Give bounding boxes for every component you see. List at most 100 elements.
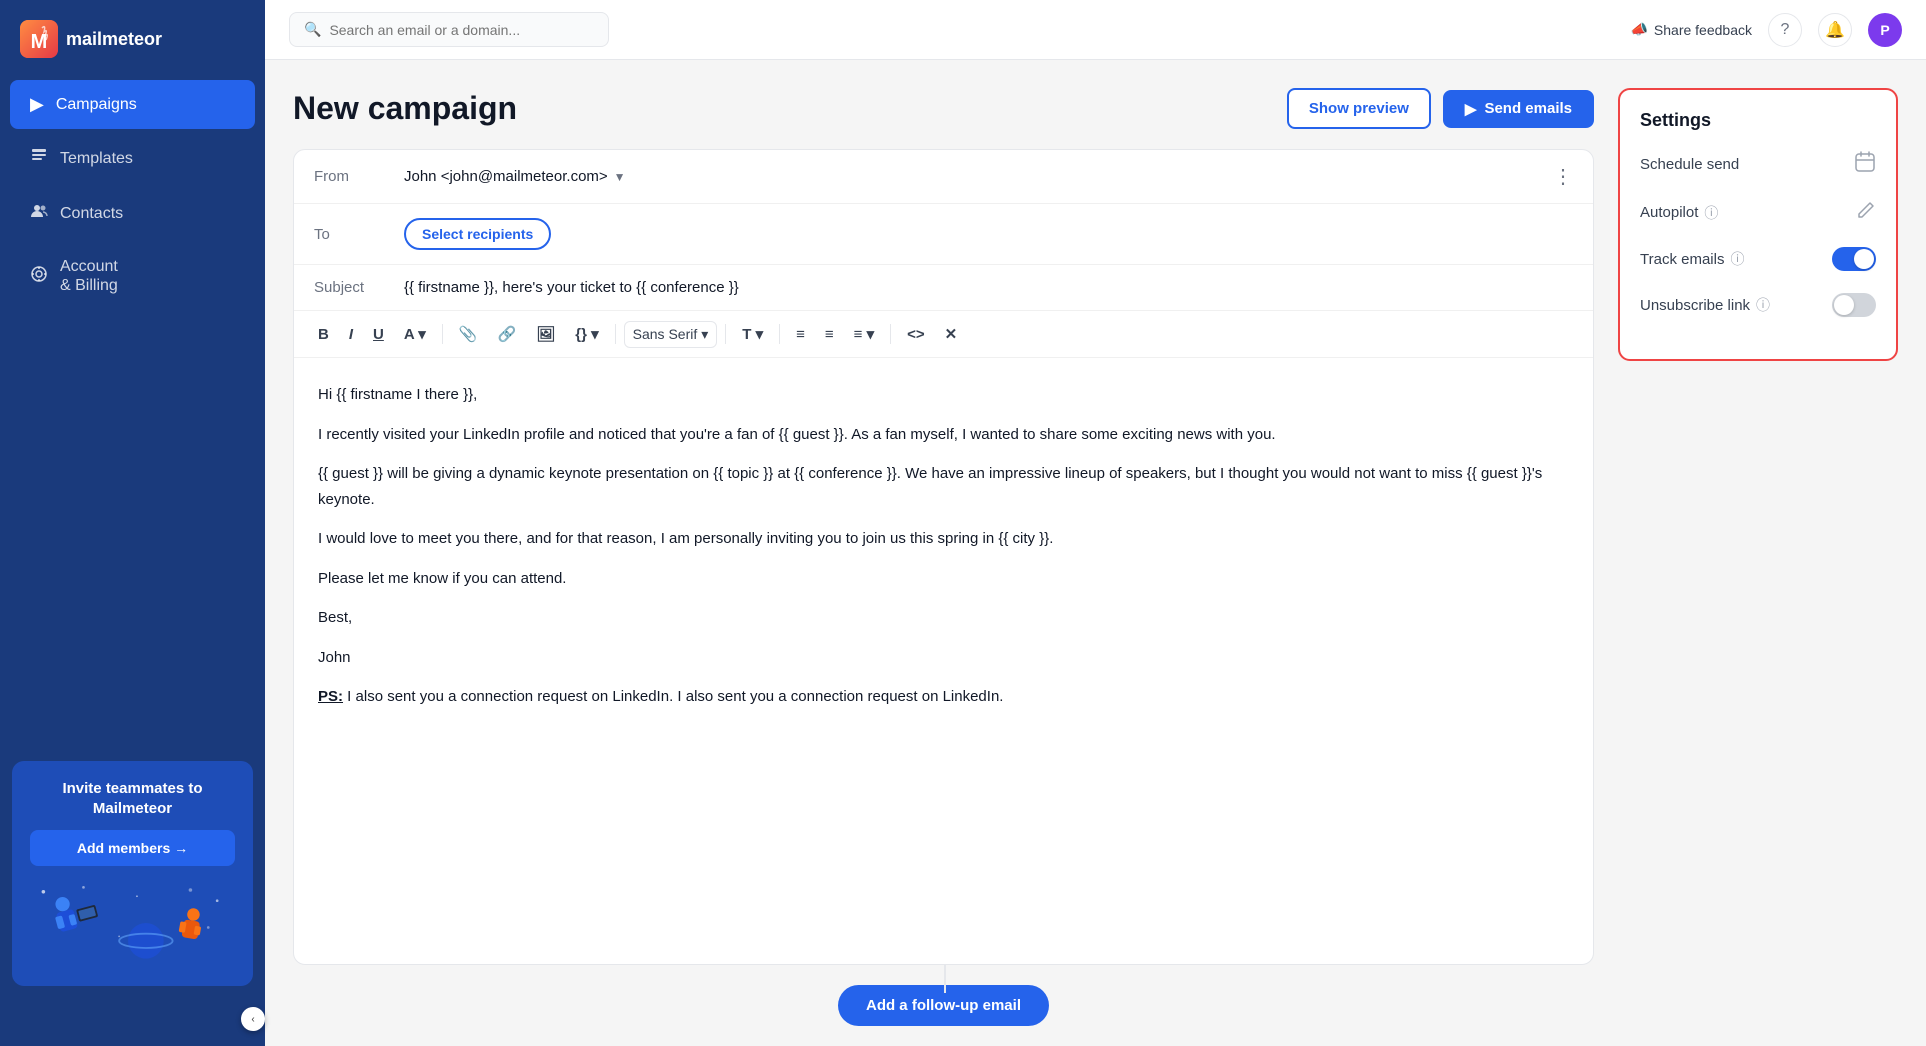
sidebar: M mailmeteor ▶ Campaigns Templates xyxy=(0,0,265,1046)
image-button[interactable]: 🖼 xyxy=(528,319,563,349)
settings-title: Settings xyxy=(1640,110,1876,131)
megaphone-icon: 📣 xyxy=(1630,21,1647,38)
to-field: To Select recipients xyxy=(294,204,1593,265)
settings-row-track-emails: Track emails ⓘ xyxy=(1640,247,1876,271)
track-emails-toggle[interactable] xyxy=(1832,247,1876,271)
italic-button[interactable]: I xyxy=(341,320,361,349)
toolbar-sep-2 xyxy=(615,324,616,344)
show-preview-button[interactable]: Show preview xyxy=(1287,88,1431,129)
track-emails-label: Track emails ⓘ xyxy=(1640,249,1744,269)
subject-value[interactable]: {{ firstname }}, here's your ticket to {… xyxy=(404,279,1573,296)
unsubscribe-link-toggle-knob xyxy=(1834,295,1854,315)
body-line-4: I would love to meet you there, and for … xyxy=(318,526,1569,552)
calendar-icon[interactable] xyxy=(1854,151,1876,178)
autopilot-edit-icon[interactable] xyxy=(1856,200,1876,225)
notifications-icon[interactable]: 🔔 xyxy=(1818,13,1852,47)
invite-card: Invite teammates to Mailmeteor Add membe… xyxy=(12,761,253,986)
ordered-list-button[interactable]: ≡ xyxy=(817,320,842,349)
logo-icon: M xyxy=(20,20,58,58)
clear-format-button[interactable]: ✕ xyxy=(937,319,966,349)
campaigns-icon: ▶ xyxy=(30,94,44,115)
subject-label: Subject xyxy=(314,279,384,296)
variable-button[interactable]: {} ▾ xyxy=(567,319,606,349)
sidebar-item-label: Account& Billing xyxy=(60,257,118,295)
campaign-title: New campaign xyxy=(293,90,517,127)
from-dropdown-icon[interactable]: ▼ xyxy=(614,170,626,184)
header-buttons: Show preview ▶ Send emails xyxy=(1287,88,1594,129)
sidebar-item-label: Contacts xyxy=(60,205,123,223)
track-emails-info-icon[interactable]: ⓘ xyxy=(1730,249,1744,269)
toolbar-sep-1 xyxy=(442,324,443,344)
align-button[interactable]: ≡ ▾ xyxy=(846,319,882,349)
underline-button[interactable]: U xyxy=(365,320,392,349)
track-emails-toggle-knob xyxy=(1854,249,1874,269)
avatar[interactable]: P xyxy=(1868,13,1902,47)
from-value-area: John <john@mailmeteor.com> ▼ xyxy=(404,168,626,185)
unordered-list-button[interactable]: ≡ xyxy=(788,320,813,349)
autopilot-label: Autopilot ⓘ xyxy=(1640,203,1718,223)
link-button[interactable]: 🔗 xyxy=(490,319,525,349)
search-icon: 🔍 xyxy=(304,21,321,38)
toolbar-sep-5 xyxy=(890,324,891,344)
text-color-button[interactable]: A ▾ xyxy=(396,319,434,349)
font-size-button[interactable]: T ▾ xyxy=(734,319,771,349)
templates-icon xyxy=(30,147,48,170)
more-options-icon[interactable]: ⋮ xyxy=(1553,164,1573,189)
to-label: To xyxy=(314,226,384,243)
toolbar-sep-4 xyxy=(779,324,780,344)
main-area: 🔍 📣 Share feedback ? 🔔 P New campaign Sh… xyxy=(265,0,1926,1046)
toolbar-sep-3 xyxy=(725,324,726,344)
autopilot-info-icon[interactable]: ⓘ xyxy=(1704,203,1718,223)
sidebar-collapse-button[interactable]: ‹ xyxy=(241,1007,265,1031)
content-area: New campaign Show preview ▶ Send emails … xyxy=(265,60,1926,1046)
campaign-header: New campaign Show preview ▶ Send emails xyxy=(293,88,1594,129)
campaign-editor: New campaign Show preview ▶ Send emails … xyxy=(293,88,1594,1046)
bold-button[interactable]: B xyxy=(310,320,337,349)
unsubscribe-info-icon[interactable]: ⓘ xyxy=(1756,295,1770,315)
subject-field: Subject {{ firstname }}, here's your tic… xyxy=(294,265,1593,311)
body-line-7: John xyxy=(318,645,1569,671)
topbar: 🔍 📣 Share feedback ? 🔔 P xyxy=(265,0,1926,60)
help-icon[interactable]: ? xyxy=(1768,13,1802,47)
from-field: From John <john@mailmeteor.com> ▼ ⋮ xyxy=(294,150,1593,204)
body-ps: PS: I also sent you a connection request… xyxy=(318,684,1569,710)
body-line-5: Please let me know if you can attend. xyxy=(318,566,1569,592)
from-value: John <john@mailmeteor.com> xyxy=(404,168,608,185)
schedule-send-label: Schedule send xyxy=(1640,156,1739,173)
app-name: mailmeteor xyxy=(66,29,162,50)
attachment-button[interactable]: 📎 xyxy=(451,319,486,349)
add-members-button[interactable]: Add members → xyxy=(30,830,235,866)
logo-area: M mailmeteor xyxy=(0,0,265,78)
ps-label: PS: xyxy=(318,688,343,705)
sidebar-item-label: Campaigns xyxy=(56,96,137,114)
font-family-chevron: ▾ xyxy=(701,326,708,343)
settings-row-unsubscribe-link: Unsubscribe link ⓘ xyxy=(1640,293,1876,317)
body-line-6: Best, xyxy=(318,605,1569,631)
body-line-3: {{ guest }} will be giving a dynamic key… xyxy=(318,461,1569,512)
invite-illustration xyxy=(30,878,235,968)
settings-row-schedule-send: Schedule send xyxy=(1640,151,1876,178)
select-recipients-button[interactable]: Select recipients xyxy=(404,218,551,250)
share-feedback-button[interactable]: 📣 Share feedback xyxy=(1630,21,1752,38)
add-followup-area: Add a follow-up email xyxy=(293,965,1594,1046)
editor-body[interactable]: Hi {{ firstname I there }}, I recently v… xyxy=(294,358,1593,964)
sidebar-item-templates[interactable]: Templates xyxy=(10,133,255,184)
font-family-label: Sans Serif xyxy=(633,326,698,342)
followup-line xyxy=(944,965,946,993)
font-family-dropdown[interactable]: Sans Serif ▾ xyxy=(624,321,718,348)
body-line-1: Hi {{ firstname I there }}, xyxy=(318,382,1569,408)
contacts-icon xyxy=(30,202,48,225)
unsubscribe-link-toggle[interactable] xyxy=(1832,293,1876,317)
sidebar-item-campaigns[interactable]: ▶ Campaigns xyxy=(10,80,255,129)
send-emails-button[interactable]: ▶ Send emails xyxy=(1443,90,1594,128)
editor-toolbar: B I U A ▾ 📎 🔗 🖼 {} ▾ Sans Serif ▾ T ▾ xyxy=(294,311,1593,358)
sidebar-item-account-billing[interactable]: Account& Billing xyxy=(10,243,255,309)
settings-row-autopilot: Autopilot ⓘ xyxy=(1640,200,1876,225)
search-box[interactable]: 🔍 xyxy=(289,12,609,47)
sidebar-item-label: Templates xyxy=(60,150,133,168)
code-button[interactable]: <> xyxy=(899,320,933,349)
sidebar-item-contacts[interactable]: Contacts xyxy=(10,188,255,239)
from-label: From xyxy=(314,168,384,185)
unsubscribe-link-label: Unsubscribe link ⓘ xyxy=(1640,295,1770,315)
search-input[interactable] xyxy=(329,22,594,38)
